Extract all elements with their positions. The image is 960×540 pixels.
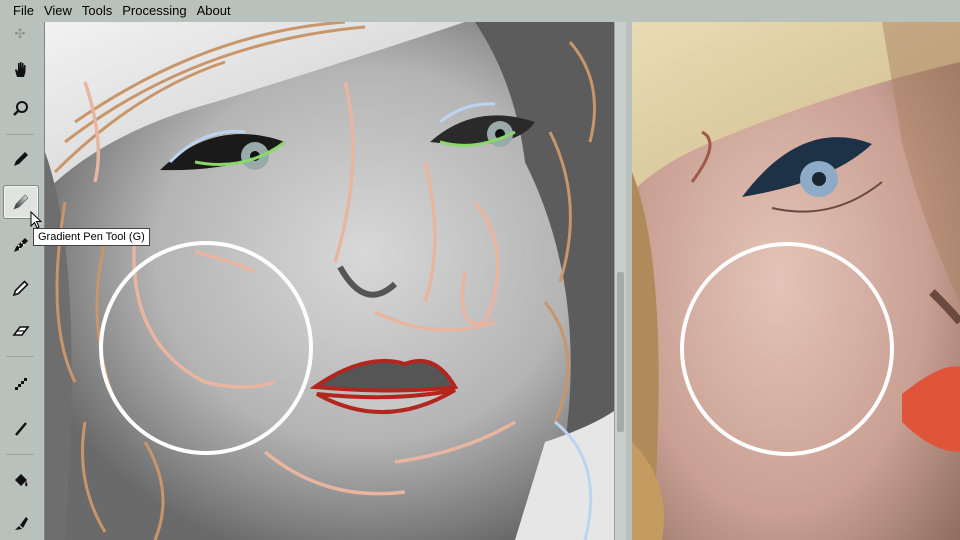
magnifier-icon [13, 101, 28, 116]
tool-tooltip: Gradient Pen Tool (G) [33, 228, 150, 246]
mouse-pointer-icon [30, 211, 42, 229]
brush-tool-button[interactable] [3, 506, 39, 540]
menu-processing[interactable]: Processing [117, 0, 191, 22]
toolbar-separator [6, 356, 34, 357]
tool-palette: ✣ [0, 22, 40, 540]
bucket-tool-button[interactable] [3, 464, 39, 498]
zoom-tool-button[interactable] [3, 92, 39, 126]
pen-tool-button[interactable] [3, 142, 39, 176]
toolbar-grip-icon[interactable]: ✣ [9, 27, 31, 41]
pencil-icon [12, 280, 29, 297]
menu-view[interactable]: View [39, 0, 77, 22]
eraser-tool-button[interactable] [3, 314, 39, 348]
gradient-line-icon [15, 378, 27, 390]
grayscale-portrait-image [45, 22, 625, 540]
line-icon [15, 422, 27, 436]
menu-tools[interactable]: Tools [77, 0, 117, 22]
paint-bucket-icon [15, 474, 28, 487]
gradient-line-tool-button[interactable] [3, 366, 39, 400]
result-canvas[interactable] [632, 22, 960, 540]
hand-tool-button[interactable] [3, 52, 39, 86]
menu-about[interactable]: About [192, 0, 236, 22]
source-canvas[interactable] [44, 22, 625, 540]
menu-file[interactable]: File [0, 0, 39, 22]
pen-icon [14, 152, 28, 166]
scrollbar-thumb[interactable] [617, 272, 624, 432]
toolbar-separator [6, 134, 34, 135]
pencil-tool-button[interactable] [3, 271, 39, 305]
menu-bar: File View Tools Processing About [0, 0, 960, 22]
eraser-icon [12, 326, 30, 336]
hand-icon [15, 62, 26, 77]
colorized-portrait-image [632, 22, 960, 540]
toolbar-separator [6, 454, 34, 455]
line-tool-button[interactable] [3, 412, 39, 446]
gradient-pen-icon [13, 194, 29, 210]
brush-icon [15, 517, 28, 530]
dotted-pen-icon [14, 238, 28, 252]
